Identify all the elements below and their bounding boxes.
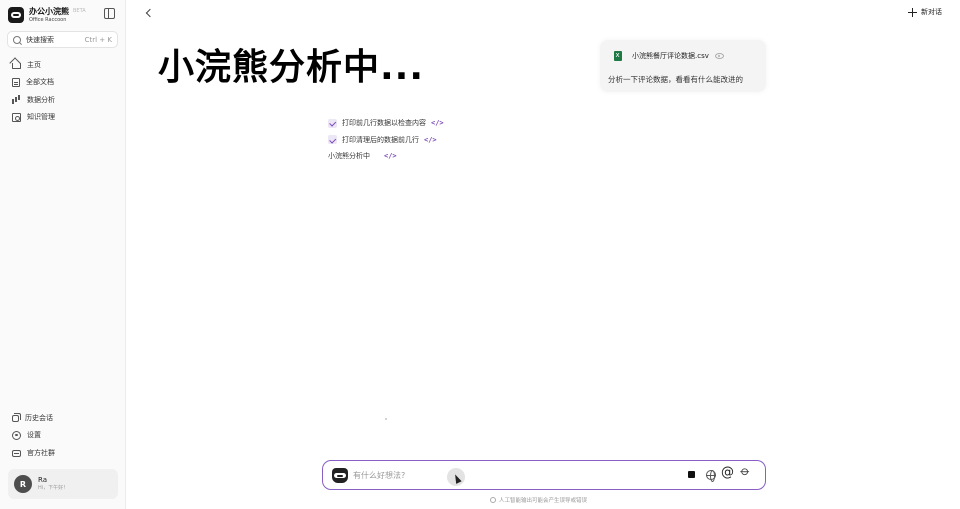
code-icon[interactable]: </>: [424, 136, 437, 144]
code-icon[interactable]: </>: [384, 152, 397, 160]
back-arrow-icon[interactable]: [144, 8, 153, 17]
user-name: Ra: [38, 476, 47, 485]
sidebar-item-community[interactable]: 官方社群: [8, 444, 118, 462]
paperclip-icon[interactable]: ⌀: [737, 463, 753, 479]
overlay-caption: 小浣熊分析中...: [158, 47, 425, 88]
sidebar-item-label: 知识管理: [27, 113, 55, 122]
search-label: 快速搜索: [26, 35, 54, 44]
excel-file-icon: [614, 51, 622, 61]
raccoon-logo-icon: [8, 7, 24, 23]
sidebar-item-history[interactable]: 历史会话: [8, 409, 118, 427]
sidebar-item-label: 数据分析: [27, 95, 55, 104]
knowledge-icon: [12, 112, 21, 122]
beta-badge: BETA: [73, 8, 86, 14]
step-label: 打印清理后的数据前几行: [342, 135, 419, 144]
quick-search[interactable]: 快速搜索 Ctrl + K: [7, 31, 118, 48]
at-icon[interactable]: @: [721, 465, 734, 480]
check-icon: [328, 118, 337, 128]
sidebar-item-label: 主页: [27, 60, 41, 69]
step-item: 打印前几行数据以检查内容 </>: [328, 115, 444, 132]
info-icon: [490, 497, 496, 503]
search-shortcut: Ctrl + K: [84, 35, 112, 44]
disclaimer: 人工智能输出可能会产生误导或错误: [490, 496, 587, 504]
step-label: 打印前几行数据以检查内容: [342, 119, 426, 128]
search-icon: [13, 35, 21, 44]
user-message-text: 分析一下评论数据，看看有什么能改进的: [608, 75, 743, 84]
document-icon: [12, 77, 20, 87]
app-name: 办公小浣熊: [29, 6, 69, 16]
home-icon: [12, 63, 21, 70]
analysis-steps: 打印前几行数据以检查内容 </> 打印清理后的数据前几行 </> 小浣熊分析中 …: [328, 115, 444, 165]
stop-button[interactable]: [688, 471, 695, 478]
check-icon: [328, 135, 337, 145]
settings-icon: [12, 430, 21, 440]
globe-icon[interactable]: [706, 470, 716, 482]
sidebar-item-label: 历史会话: [25, 413, 53, 422]
decor-dot: [385, 418, 387, 420]
sidebar-item-documents[interactable]: 全部文档: [8, 74, 118, 92]
new-chat-label: 新对话: [921, 8, 942, 16]
avatar: R: [14, 475, 32, 493]
sidebar-item-settings[interactable]: 设置: [8, 427, 118, 445]
sidebar-item-label: 设置: [27, 431, 41, 440]
sidebar-item-home[interactable]: 主页: [8, 56, 118, 74]
plus-icon: [908, 7, 917, 17]
sidebar-item-label: 全部文档: [26, 78, 54, 87]
user-card[interactable]: R Ra Hi，下午好！: [8, 469, 118, 499]
attached-file[interactable]: 小浣熊餐厅评论数据.csv: [614, 51, 724, 61]
code-icon[interactable]: </>: [431, 119, 444, 127]
preview-eye-icon[interactable]: [714, 53, 724, 59]
sidebar-bottom-nav: 历史会话 设置 官方社群: [8, 409, 118, 462]
app-name-en: Office Raccoon: [29, 16, 67, 23]
app-logo[interactable]: 办公小浣熊 BETA Office Raccoon: [8, 6, 118, 24]
new-chat-button[interactable]: 新对话: [908, 6, 942, 18]
chart-icon: [12, 95, 21, 105]
file-name: 小浣熊餐厅评论数据.csv: [632, 52, 709, 60]
sidebar-toggle-icon[interactable]: [104, 8, 115, 19]
step-status: 小浣熊分析中 </>: [328, 148, 444, 165]
sidebar-item-knowledge[interactable]: 知识管理: [8, 109, 118, 127]
sidebar: 办公小浣熊 BETA Office Raccoon 快速搜索 Ctrl + K …: [0, 0, 126, 509]
community-icon: [12, 449, 21, 457]
raccoon-avatar-icon: [332, 468, 348, 483]
sidebar-item-label: 官方社群: [27, 448, 55, 457]
composer: @ ⌀: [322, 460, 766, 490]
user-greeting: Hi，下午好！: [38, 485, 69, 492]
sidebar-item-data-analysis[interactable]: 数据分析: [8, 91, 118, 109]
sidebar-nav: 主页 全部文档 数据分析 知识管理: [8, 56, 118, 126]
step-item: 打印清理后的数据前几行 </>: [328, 132, 444, 149]
history-icon: [12, 413, 21, 423]
user-message-card: 小浣熊餐厅评论数据.csv 分析一下评论数据，看看有什么能改进的: [600, 40, 766, 92]
status-text: 小浣熊分析中: [328, 152, 370, 161]
disclaimer-text: 人工智能输出可能会产生误导或错误: [499, 498, 588, 504]
